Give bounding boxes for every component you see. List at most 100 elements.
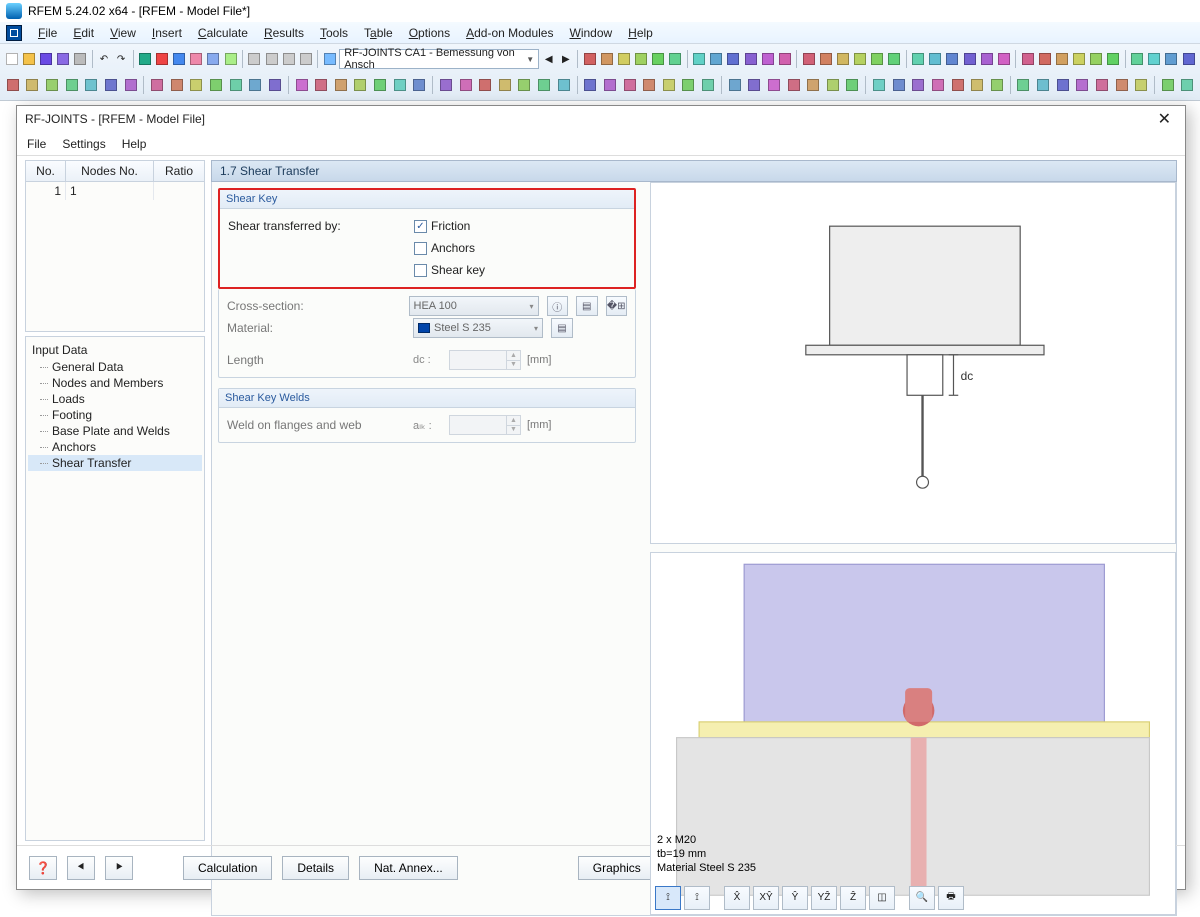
tool-misc-5-icon[interactable] [668, 49, 683, 69]
tool-saveall-icon[interactable] [55, 49, 70, 69]
tool-misc-4-icon[interactable] [651, 49, 666, 69]
view-z-icon[interactable]: Ẑ [840, 886, 866, 910]
tool-row2-40-icon[interactable] [824, 75, 842, 95]
tool-row2-17-icon[interactable] [352, 75, 370, 95]
tool-misc-25-icon[interactable] [1037, 49, 1052, 69]
tool-misc-13-icon[interactable] [818, 49, 833, 69]
library-icon[interactable]: ▤ [576, 296, 598, 316]
tool-misc-24-icon[interactable] [1020, 49, 1035, 69]
view-xy-icon[interactable]: XŶ [753, 886, 779, 910]
tool-row2-30-icon[interactable] [621, 75, 639, 95]
tool-row2-10-icon[interactable] [207, 75, 225, 95]
dialog-menu-settings[interactable]: Settings [62, 137, 105, 151]
info-icon[interactable]: ⓘ [547, 296, 569, 316]
menu-addon[interactable]: Add-on Modules [466, 26, 553, 40]
tool-row2-50-icon[interactable] [1034, 75, 1052, 95]
details-button[interactable]: Details [282, 856, 349, 880]
tool-row2-45-icon[interactable] [929, 75, 947, 95]
tool-misc-14-icon[interactable] [835, 49, 850, 69]
help-icon[interactable]: ❓ [29, 856, 57, 880]
tool-misc-30-icon[interactable] [1130, 49, 1145, 69]
tool-row2-46-icon[interactable] [949, 75, 967, 95]
nat-annex-button[interactable]: Nat. Annex... [359, 856, 458, 880]
tool-misc-19-icon[interactable] [928, 49, 943, 69]
view-y-icon[interactable]: Ŷ [782, 886, 808, 910]
menu-view[interactable]: View [110, 26, 136, 40]
view-zoom-icon[interactable]: 🔍 [909, 886, 935, 910]
tool-row2-37-icon[interactable] [765, 75, 783, 95]
tool-row2-9-icon[interactable] [188, 75, 206, 95]
tool-row2-22-icon[interactable] [457, 75, 475, 95]
tool-c-icon[interactable] [172, 49, 187, 69]
tool-misc-32-icon[interactable] [1164, 49, 1179, 69]
prev-icon[interactable]: ⯇ [67, 856, 95, 880]
tool-row2-14-icon[interactable] [293, 75, 311, 95]
tool-misc-16-icon[interactable] [870, 49, 885, 69]
pick-icon[interactable]: �⊞ [606, 296, 628, 316]
tool-row2-23-icon[interactable] [476, 75, 494, 95]
tool-row2-25-icon[interactable] [516, 75, 534, 95]
menu-edit[interactable]: Edit [73, 26, 94, 40]
tool-row2-28-icon[interactable] [581, 75, 599, 95]
tool-misc-11-icon[interactable] [777, 49, 792, 69]
tool-b-icon[interactable] [154, 49, 169, 69]
tool-misc-33-icon[interactable] [1181, 49, 1196, 69]
tool-misc-2-icon[interactable] [616, 49, 631, 69]
tool-misc-6-icon[interactable] [692, 49, 707, 69]
tool-k-icon[interactable] [322, 49, 337, 69]
tool-misc-26-icon[interactable] [1054, 49, 1069, 69]
tool-row2-19-icon[interactable] [391, 75, 409, 95]
dialog-menu-help[interactable]: Help [122, 137, 147, 151]
tool-misc-28-icon[interactable] [1089, 49, 1104, 69]
tool-row2-48-icon[interactable] [988, 75, 1006, 95]
tool-a-icon[interactable] [137, 49, 152, 69]
tool-row2-27-icon[interactable] [555, 75, 573, 95]
dialog-menu-file[interactable]: File [27, 137, 46, 151]
tree-item-loads[interactable]: Loads [28, 391, 202, 407]
tree-item-shear-transfer[interactable]: Shear Transfer [28, 455, 202, 471]
tool-open-icon[interactable] [21, 49, 36, 69]
tool-row2-54-icon[interactable] [1113, 75, 1131, 95]
module-combo[interactable]: RF-JOINTS CA1 - Bemessung von Ansch ▼ [339, 49, 539, 69]
tool-misc-23-icon[interactable] [996, 49, 1011, 69]
tool-row2-3-icon[interactable] [63, 75, 81, 95]
tool-f-icon[interactable] [223, 49, 238, 69]
tool-misc-31-icon[interactable] [1147, 49, 1162, 69]
check-anchors[interactable]: Anchors [414, 241, 475, 255]
tool-row2-32-icon[interactable] [660, 75, 678, 95]
tool-misc-7-icon[interactable] [709, 49, 724, 69]
tool-row2-39-icon[interactable] [804, 75, 822, 95]
tool-redo-icon[interactable]: ↷ [113, 49, 128, 69]
tool-row2-49-icon[interactable] [1015, 75, 1033, 95]
library-icon[interactable]: ▤ [551, 318, 573, 338]
tool-row2-57-icon[interactable] [1179, 75, 1197, 95]
tool-row2-11-icon[interactable] [227, 75, 245, 95]
tool-row2-35-icon[interactable] [726, 75, 744, 95]
menu-window[interactable]: Window [569, 26, 612, 40]
tool-row2-41-icon[interactable] [844, 75, 862, 95]
tool-row2-29-icon[interactable] [601, 75, 619, 95]
tool-row2-21-icon[interactable] [437, 75, 455, 95]
menu-help[interactable]: Help [628, 26, 653, 40]
tool-row2-51-icon[interactable] [1054, 75, 1072, 95]
render-preview[interactable]: 2 x M20 tb=19 mm Material Steel S 235 ⟟ … [650, 552, 1176, 914]
tree-item-footing[interactable]: Footing [28, 407, 202, 423]
tool-row2-24-icon[interactable] [496, 75, 514, 95]
tool-misc-27-icon[interactable] [1071, 49, 1086, 69]
menu-file[interactable]: File [38, 26, 57, 40]
tool-misc-20-icon[interactable] [945, 49, 960, 69]
tool-row2-4-icon[interactable] [83, 75, 101, 95]
tool-row2-12-icon[interactable] [247, 75, 265, 95]
tool-row2-26-icon[interactable] [535, 75, 553, 95]
tool-nav-next-icon[interactable]: ▶ [558, 49, 573, 69]
tree-item-nodes-and-members[interactable]: Nodes and Members [28, 375, 202, 391]
menu-options[interactable]: Options [409, 26, 450, 40]
tool-row2-53-icon[interactable] [1093, 75, 1111, 95]
next-icon[interactable]: ⯈ [105, 856, 133, 880]
tool-row2-33-icon[interactable] [680, 75, 698, 95]
tool-row2-44-icon[interactable] [909, 75, 927, 95]
tool-g-icon[interactable] [247, 49, 262, 69]
tool-row2-6-icon[interactable] [122, 75, 140, 95]
tool-misc-22-icon[interactable] [979, 49, 994, 69]
menu-table[interactable]: Table [364, 26, 393, 40]
